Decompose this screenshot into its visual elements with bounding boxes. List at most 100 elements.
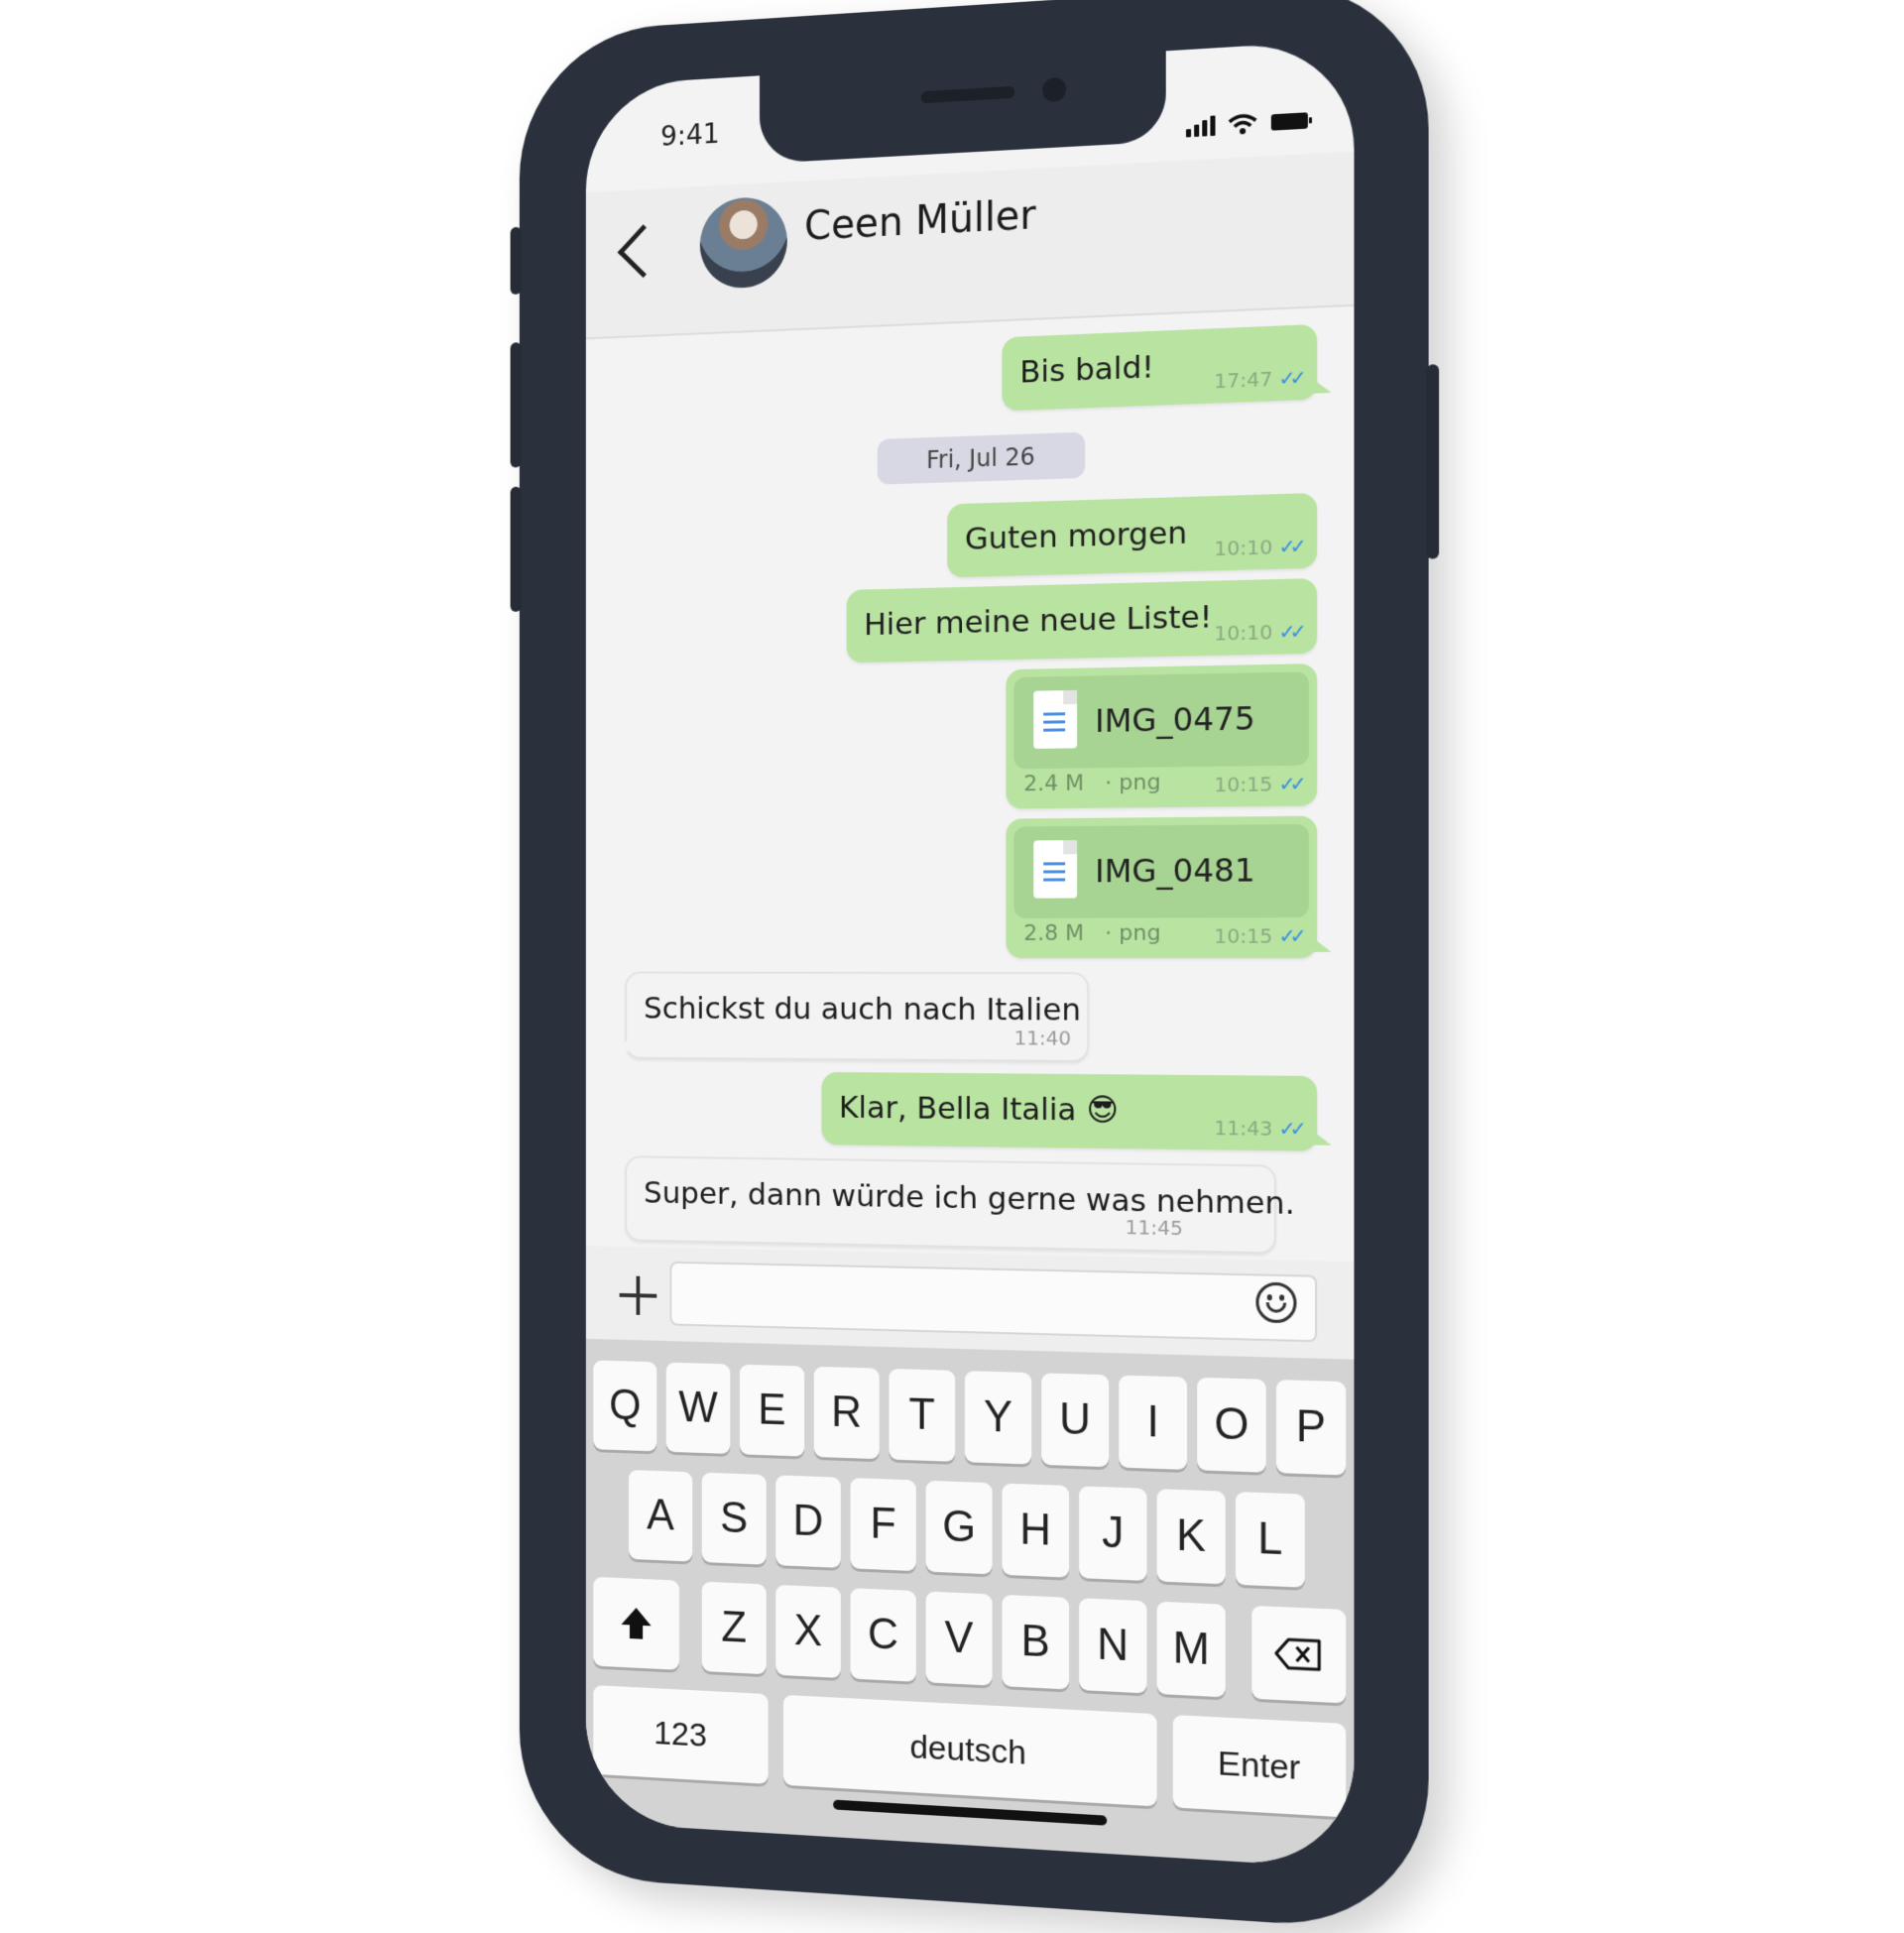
avatar[interactable] [700,195,787,290]
message-time: 10:15 [1214,772,1272,796]
message-input[interactable] [670,1262,1318,1343]
plus-icon[interactable] [620,1275,657,1315]
enter-key[interactable]: Enter [1173,1715,1346,1817]
file-size: 2.4 M [1023,771,1084,796]
file-name: IMG_0475 [1095,699,1255,740]
document-icon [1033,840,1077,899]
signal-icon [1186,115,1216,137]
key-s[interactable]: S [702,1473,767,1565]
key-b[interactable]: B [1002,1595,1069,1690]
message-meta: 17:47 ✓✓ [1214,365,1300,393]
key-f[interactable]: F [851,1478,916,1571]
file-size: 2.8 M [1023,921,1084,946]
message-text: Klar, Bella Italia 😎 [839,1090,1119,1129]
key-k[interactable]: K [1157,1489,1226,1584]
key-d[interactable]: D [775,1475,841,1568]
message-bubble-outgoing[interactable]: Bis bald! 17:47 ✓✓ [1002,324,1317,412]
notch [760,49,1166,164]
key-r[interactable]: R [814,1367,880,1459]
message-text: Hier meine neue Liste! [864,599,1212,643]
contact-name[interactable]: Ceen Müller [804,192,1035,250]
message-list[interactable]: Bis bald! 17:47 ✓✓ Fri, Jul 26 Guten mor… [586,304,1355,1262]
message-meta: 10:10 ✓✓ [1214,534,1300,560]
key-h[interactable]: H [1002,1484,1069,1578]
key-t[interactable]: T [889,1369,955,1462]
bubble-tail [1313,938,1332,952]
file-type-value: png [1119,770,1160,795]
power-button [1427,364,1440,559]
message-time: 10:10 [1214,620,1272,646]
file-attachment[interactable]: IMG_0481 [1013,824,1309,918]
battery-icon [1270,109,1313,134]
key-c[interactable]: C [851,1588,916,1682]
numbers-key[interactable]: 123 [593,1685,768,1784]
key-x[interactable]: X [775,1585,841,1678]
shift-icon [618,1603,655,1643]
date-separator: Fri, Jul 26 [878,432,1085,485]
keyboard: Q W E R T Y U I O P A S D F G H J K L Z … [586,1339,1355,1869]
document-icon [1033,690,1077,749]
message-meta: 11:45 [1126,1215,1183,1240]
file-attachment[interactable]: IMG_0475 [1013,671,1309,769]
file-message[interactable]: IMG_0481 2.8 M · png 10:15 ✓✓ [1006,816,1317,958]
message-meta: 11:43 ✓✓ [1214,1116,1300,1142]
message-bubble-outgoing[interactable]: Hier meine neue Liste! 10:10 ✓✓ [847,578,1317,663]
key-m[interactable]: M [1157,1602,1226,1698]
emoji-icon[interactable] [1255,1282,1296,1324]
home-indicator[interactable] [833,1800,1107,1826]
file-message[interactable]: IMG_0475 2.4 M · png 10:15 ✓✓ [1006,664,1317,809]
read-ticks-icon: ✓✓ [1278,619,1300,644]
mute-switch [511,227,522,295]
message-time: 11:45 [1126,1215,1183,1240]
file-type: · png [1105,770,1160,795]
screen: 9:41 Ceen Müller Bis bald! 17:47 ✓✓ Fri,… [586,40,1355,1869]
read-ticks-icon: ✓✓ [1278,534,1300,558]
message-text: Schickst du auch nach Italien [644,991,1081,1027]
message-time: 11:40 [1014,1026,1071,1049]
key-v[interactable]: V [926,1591,993,1685]
read-ticks-icon: ✓✓ [1278,923,1300,948]
message-time: 10:15 [1214,923,1272,948]
message-time: 10:10 [1214,535,1272,560]
key-p[interactable]: P [1276,1380,1346,1475]
message-text: Super, dann würde ich gerne was nehmen. [644,1175,1295,1222]
message-meta: 10:15 ✓✓ [1214,923,1300,948]
back-icon[interactable] [618,224,669,278]
message-time: 17:47 [1214,367,1272,394]
volume-down-button [511,487,522,612]
message-bubble-incoming[interactable]: Schickst du auch nach Italien 11:40 [625,972,1089,1062]
key-o[interactable]: O [1197,1378,1265,1473]
key-q[interactable]: Q [593,1360,656,1451]
bubble-tail [614,1037,631,1051]
key-u[interactable]: U [1041,1373,1109,1467]
file-name: IMG_0481 [1095,851,1255,890]
message-meta: 10:10 ✓✓ [1214,619,1300,645]
key-w[interactable]: W [666,1363,731,1454]
message-bubble-incoming[interactable]: Super, dann würde ich gerne was nehmen. … [625,1155,1276,1254]
delete-key[interactable] [1251,1606,1346,1704]
space-key[interactable]: deutsch [783,1695,1157,1807]
bubble-tail [1313,379,1332,394]
message-bubble-outgoing[interactable]: Guten morgen 10:10 ✓✓ [947,493,1317,577]
status-icons [1186,109,1313,139]
key-z[interactable]: Z [702,1582,767,1675]
message-text: Bis bald! [1019,349,1154,391]
bubble-tail [1313,1131,1332,1146]
key-a[interactable]: A [629,1470,692,1562]
read-ticks-icon: ✓✓ [1278,1116,1300,1141]
message-meta: 10:15 ✓✓ [1214,772,1300,796]
shift-key[interactable] [593,1577,679,1670]
backspace-icon [1274,1634,1323,1673]
key-n[interactable]: N [1079,1598,1146,1693]
wifi-icon [1228,112,1258,136]
key-e[interactable]: E [740,1365,804,1457]
read-ticks-icon: ✓✓ [1278,365,1300,390]
key-y[interactable]: Y [965,1371,1031,1464]
message-meta: 11:40 [1014,1026,1071,1049]
key-g[interactable]: G [926,1481,993,1575]
key-j[interactable]: J [1079,1486,1146,1581]
key-l[interactable]: L [1236,1492,1305,1588]
key-i[interactable]: I [1119,1376,1187,1470]
volume-up-button [511,342,522,467]
message-bubble-outgoing[interactable]: Klar, Bella Italia 😎 11:43 ✓✓ [822,1072,1318,1151]
